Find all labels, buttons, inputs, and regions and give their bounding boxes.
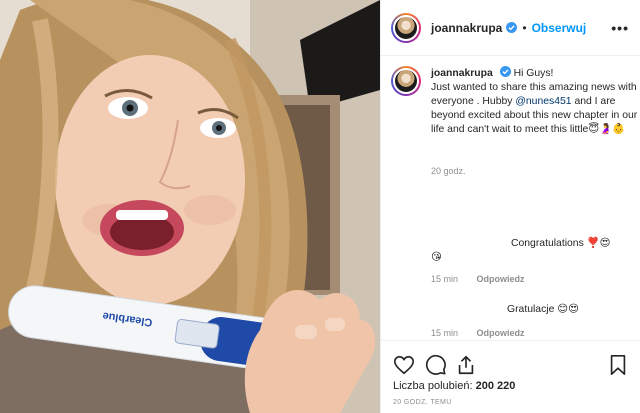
comment-text: Gratulacje 😊😍 <box>507 304 579 315</box>
caption-emoji: 😇🤰👶 <box>588 124 626 135</box>
heart-icon[interactable] <box>393 354 415 376</box>
likes-summary[interactable]: Liczba polubień: 200 220 <box>393 380 515 392</box>
likes-count: 200 220 <box>475 380 516 392</box>
verified-icon <box>506 22 518 33</box>
post-header: joannakrupa • Obserwuj ••• <box>381 0 640 56</box>
comment-meta: 15 min Odpowiedz <box>431 328 541 338</box>
header-separator: • <box>522 20 527 35</box>
more-icon[interactable]: ••• <box>611 20 629 36</box>
caption-author[interactable]: joannakrupa <box>431 68 493 79</box>
comment-icon[interactable] <box>425 354 447 376</box>
caption-text: joannakrupa Hi Guys! Just wanted to shar… <box>431 66 639 137</box>
comment-time: 15 min <box>431 274 459 284</box>
comment-reply-button[interactable]: Odpowiedz <box>477 328 525 338</box>
follow-button[interactable]: Obserwuj <box>532 21 587 35</box>
comment-text: Congratulations ❣️😍 <box>511 238 611 249</box>
comment-text-continuation: 😘 <box>431 252 442 263</box>
post-photo[interactable]: Clearblue <box>0 0 380 413</box>
likes-label: Liczba polubień: <box>393 380 473 392</box>
bookmark-icon[interactable] <box>607 354 629 376</box>
share-icon[interactable] <box>455 354 477 376</box>
post-caption: joannakrupa Hi Guys! Just wanted to shar… <box>391 66 639 137</box>
author-avatar[interactable] <box>391 12 421 43</box>
comment-meta: 15 min Odpowiedz <box>431 274 541 284</box>
comment-time: 15 min <box>431 328 459 338</box>
comment-reply-button[interactable]: Odpowiedz <box>477 274 525 284</box>
caption-avatar[interactable] <box>391 66 421 96</box>
author-username[interactable]: joannakrupa <box>431 21 502 35</box>
verified-icon <box>499 66 511 77</box>
post-side-panel: joannakrupa • Obserwuj ••• joannakrupa H… <box>380 0 640 413</box>
caption-mention[interactable]: @nunes451 <box>515 96 571 107</box>
post-timestamp: 20 GODZ. TEMU <box>393 399 452 406</box>
photo-illustration: Clearblue <box>0 0 380 413</box>
caption-time: 20 godz. <box>431 166 466 176</box>
caption-line-1: Hi Guys! <box>513 68 554 79</box>
